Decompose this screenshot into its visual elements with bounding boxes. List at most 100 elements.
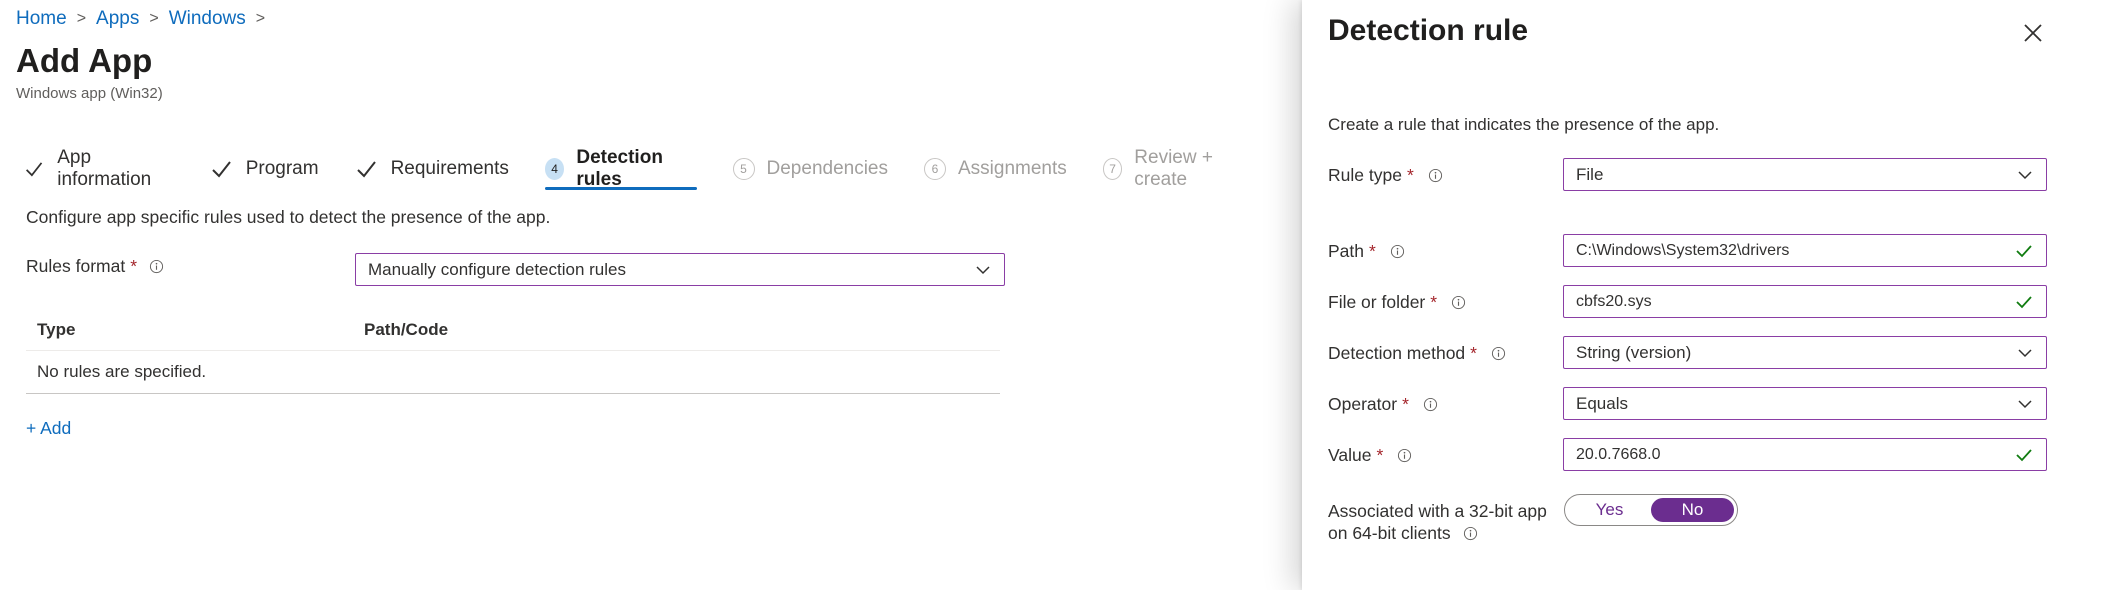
field-label-text: Rules format bbox=[26, 256, 126, 276]
breadcrumb-home[interactable]: Home bbox=[16, 8, 67, 30]
operator-dropdown[interactable]: Equals bbox=[1563, 387, 2047, 420]
field-label-line2: on 64-bit clients bbox=[1328, 523, 1451, 543]
field-label-text: Path bbox=[1328, 241, 1364, 261]
info-icon[interactable] bbox=[1463, 526, 1478, 541]
empty-table-message: No rules are specified. bbox=[26, 351, 1000, 394]
value-label: Value * bbox=[1328, 445, 1412, 466]
close-button[interactable] bbox=[2020, 20, 2046, 46]
checkmark-icon bbox=[212, 161, 231, 178]
valid-checkmark-icon bbox=[2016, 448, 2032, 461]
breadcrumb: Home > Apps > Windows > bbox=[16, 8, 275, 30]
step-label: Detection rules bbox=[576, 147, 663, 190]
step-label: App information bbox=[57, 147, 152, 190]
valid-checkmark-icon bbox=[2016, 244, 2032, 257]
input-value: cbfs20.sys bbox=[1576, 292, 1652, 310]
chevron-down-icon bbox=[2018, 348, 2032, 357]
associated-32bit-label: Associated with a 32-bit app on 64-bit c… bbox=[1328, 500, 1547, 544]
step-review-create: 7 Review + create bbox=[1102, 147, 1254, 190]
detection-method-label: Detection method * bbox=[1328, 343, 1506, 364]
step-detection-rules[interactable]: 4 Detection rules bbox=[544, 147, 697, 190]
page-title: Add App bbox=[16, 42, 153, 79]
detection-rule-panel: Detection rule Create a rule that indica… bbox=[1302, 0, 2109, 590]
detection-rules-table: Type Path/Code No rules are specified. bbox=[26, 310, 1000, 394]
add-app-page: Home > Apps > Windows > Add App Windows … bbox=[0, 0, 1290, 590]
operator-label: Operator * bbox=[1328, 394, 1438, 415]
step-number: 5 bbox=[732, 158, 755, 180]
info-icon[interactable] bbox=[1491, 346, 1506, 361]
wizard-steps: App information Program Requirements 4 D… bbox=[24, 147, 1290, 190]
rules-format-dropdown[interactable]: Manually configure detection rules bbox=[355, 253, 1005, 286]
step-label: Requirements bbox=[390, 158, 509, 179]
panel-title: Detection rule bbox=[1328, 14, 1529, 47]
rule-type-label: Rule type * bbox=[1328, 165, 1443, 186]
panel-description: Create a rule that indicates the presenc… bbox=[1328, 115, 1720, 134]
path-input[interactable]: C:\Windows\System32\drivers bbox=[1563, 234, 2047, 267]
field-label-line1: Associated with a 32-bit app bbox=[1328, 501, 1547, 521]
chevron-right-icon: > bbox=[255, 10, 266, 27]
detection-rules-description: Configure app specific rules used to det… bbox=[26, 207, 551, 227]
page-subtitle: Windows app (Win32) bbox=[16, 85, 163, 102]
rules-format-label: Rules format * bbox=[26, 256, 164, 277]
step-assignments: 6 Assignments bbox=[924, 152, 1067, 186]
field-label-text: Detection method bbox=[1328, 343, 1466, 363]
field-label-line2-row: on 64-bit clients bbox=[1328, 522, 1547, 544]
chevron-down-icon bbox=[2018, 170, 2032, 179]
required-asterisk: * bbox=[1369, 241, 1376, 261]
table-header: Type Path/Code bbox=[26, 310, 1000, 351]
step-label: Review + create bbox=[1134, 147, 1213, 190]
info-icon[interactable] bbox=[1390, 244, 1405, 259]
dropdown-value: Manually configure detection rules bbox=[368, 259, 626, 279]
required-asterisk: * bbox=[1430, 292, 1438, 312]
toggle-option-yes[interactable]: Yes bbox=[1568, 498, 1651, 522]
info-icon[interactable] bbox=[1451, 295, 1466, 310]
dropdown-value: String (version) bbox=[1576, 342, 1692, 362]
breadcrumb-apps[interactable]: Apps bbox=[96, 8, 139, 30]
required-asterisk: * bbox=[1470, 343, 1477, 363]
step-dependencies: 5 Dependencies bbox=[732, 152, 888, 186]
chevron-down-icon bbox=[976, 265, 990, 274]
step-number: 4 bbox=[544, 158, 565, 180]
step-requirements[interactable]: Requirements bbox=[355, 152, 509, 186]
dropdown-value: Equals bbox=[1576, 393, 1628, 413]
rule-type-dropdown[interactable]: File bbox=[1563, 158, 2047, 191]
chevron-right-icon: > bbox=[76, 10, 87, 27]
step-program[interactable]: Program bbox=[210, 152, 319, 186]
step-app-information[interactable]: App information bbox=[24, 147, 174, 190]
step-label: Dependencies bbox=[766, 158, 888, 179]
field-label-text: File or folder bbox=[1328, 292, 1426, 312]
associated-32bit-toggle: Yes No bbox=[1564, 494, 1738, 526]
column-header-path-code: Path/Code bbox=[364, 320, 449, 339]
file-or-folder-input[interactable]: cbfs20.sys bbox=[1563, 285, 2047, 318]
field-label-text: Rule type bbox=[1328, 165, 1402, 185]
step-label: Assignments bbox=[958, 158, 1067, 179]
field-label-text: Operator bbox=[1328, 394, 1398, 414]
step-number: 7 bbox=[1102, 158, 1123, 180]
dropdown-value: File bbox=[1576, 164, 1604, 184]
valid-checkmark-icon bbox=[2016, 295, 2032, 308]
detection-method-dropdown[interactable]: String (version) bbox=[1563, 336, 2047, 369]
checkmark-icon bbox=[26, 162, 43, 177]
toggle-option-no[interactable]: No bbox=[1651, 498, 1734, 522]
info-icon[interactable] bbox=[1428, 168, 1443, 183]
required-asterisk: * bbox=[1402, 394, 1409, 414]
checkmark-icon bbox=[356, 161, 376, 178]
breadcrumb-windows[interactable]: Windows bbox=[169, 8, 246, 30]
info-icon[interactable] bbox=[1397, 448, 1412, 463]
required-asterisk: * bbox=[130, 256, 138, 276]
chevron-down-icon bbox=[2018, 399, 2032, 408]
info-icon[interactable] bbox=[1423, 397, 1438, 412]
required-asterisk: * bbox=[1376, 445, 1384, 465]
close-icon bbox=[2024, 24, 2042, 42]
input-value: 20.0.7668.0 bbox=[1576, 445, 1661, 463]
value-input[interactable]: 20.0.7668.0 bbox=[1563, 438, 2047, 471]
chevron-right-icon: > bbox=[149, 10, 159, 27]
path-label: Path * bbox=[1328, 241, 1405, 262]
add-rule-link[interactable]: + Add bbox=[26, 418, 71, 439]
required-asterisk: * bbox=[1406, 165, 1414, 185]
step-number: 6 bbox=[924, 158, 946, 180]
column-header-type: Type bbox=[37, 320, 76, 339]
info-icon[interactable] bbox=[149, 259, 164, 274]
file-or-folder-label: File or folder * bbox=[1328, 292, 1466, 313]
field-label-text: Value bbox=[1328, 445, 1372, 465]
step-label: Program bbox=[245, 158, 319, 179]
